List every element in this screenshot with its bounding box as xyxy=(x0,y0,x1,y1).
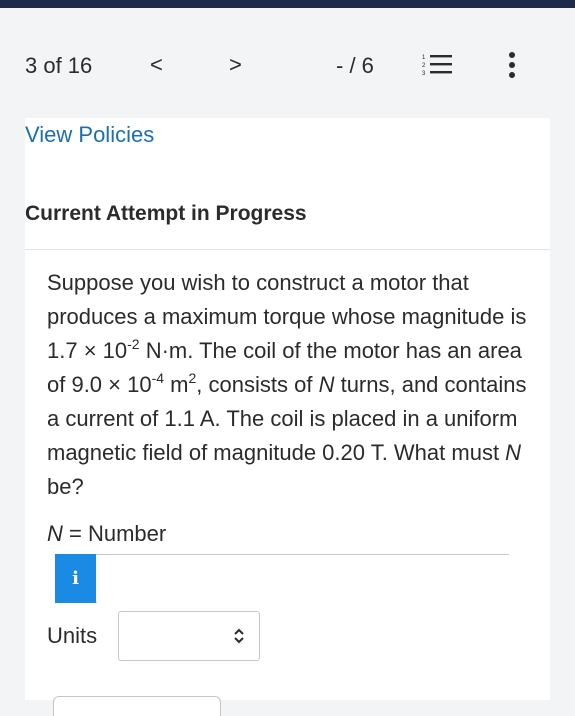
svg-text:2: 2 xyxy=(422,63,426,69)
info-icon[interactable]: i xyxy=(55,554,96,603)
submit-button-partial[interactable] xyxy=(53,696,221,716)
question-panel: View Policies Current Attempt in Progres… xyxy=(25,118,550,716)
units-label: Units xyxy=(47,623,98,648)
answer-label-text: = Number xyxy=(62,521,167,546)
numbered-list-icon: 1 2 3 xyxy=(422,55,452,77)
previous-question-button[interactable]: < xyxy=(150,52,163,78)
svg-text:3: 3 xyxy=(422,71,426,77)
divider xyxy=(25,249,550,250)
question-counter: 3 of 16 xyxy=(25,53,93,78)
more-options-button[interactable] xyxy=(505,51,519,79)
variable-n: N xyxy=(318,372,335,397)
answer-label: N = Number xyxy=(47,521,166,547)
question-text: Suppose you wish to construct a motor th… xyxy=(47,266,527,504)
updown-chevron-icon xyxy=(234,628,244,644)
units-select[interactable] xyxy=(118,611,260,661)
question-text-part: , consists of xyxy=(196,372,319,397)
variable-n: N xyxy=(47,521,63,546)
question-list-button[interactable]: 1 2 3 xyxy=(420,52,454,78)
answer-input[interactable] xyxy=(97,555,511,604)
next-question-button[interactable]: > xyxy=(229,52,242,78)
question-navigation: 3 of 16 < > - / 6 1 2 3 xyxy=(0,8,575,118)
exponent: -4 xyxy=(151,370,165,386)
more-vertical-icon xyxy=(509,52,515,78)
top-accent-bar xyxy=(0,0,575,8)
svg-text:1: 1 xyxy=(422,55,426,61)
attempt-heading: Current Attempt in Progress xyxy=(25,202,307,225)
question-text-part: m xyxy=(164,372,189,397)
answer-field-group: i xyxy=(55,554,511,604)
exponent: -2 xyxy=(127,336,140,352)
question-text-part: be? xyxy=(47,474,84,499)
view-policies-link[interactable]: View Policies xyxy=(25,122,154,148)
question-score: - / 6 xyxy=(336,53,374,78)
variable-n: N xyxy=(505,440,522,465)
